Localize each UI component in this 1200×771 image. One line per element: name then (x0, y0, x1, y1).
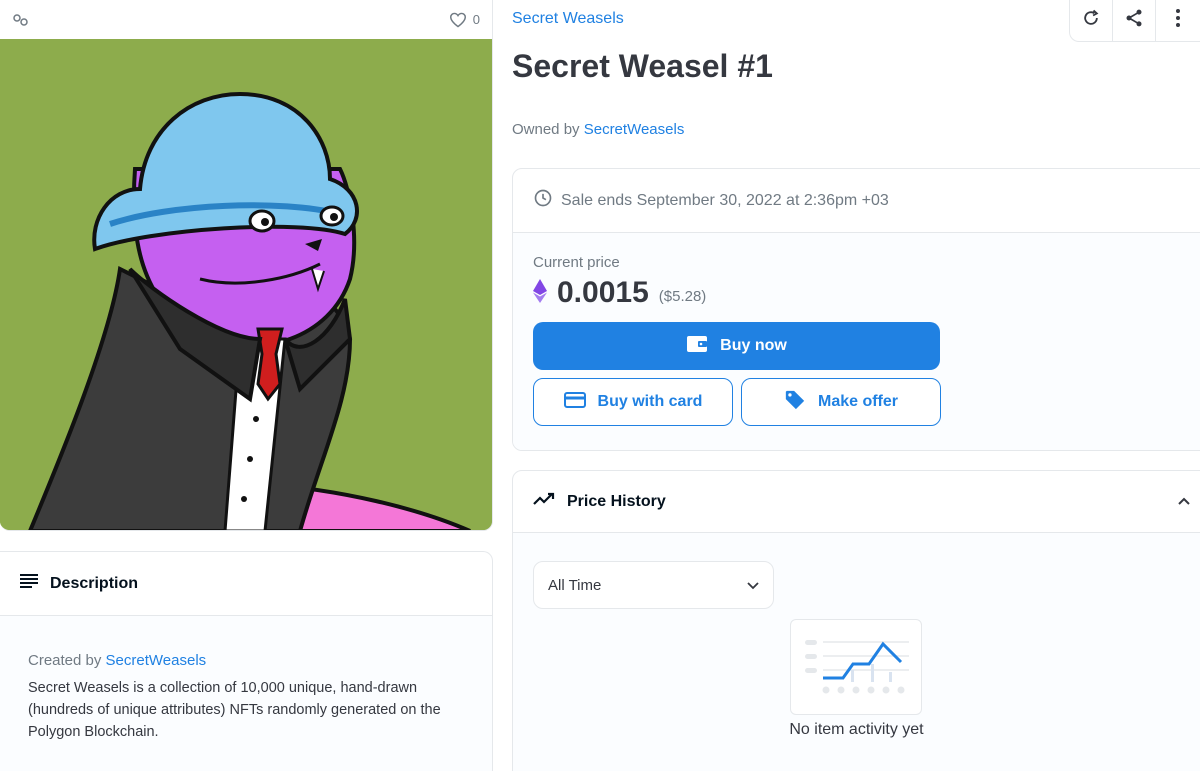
polygon-chain-icon (12, 11, 30, 29)
refresh-icon (1081, 8, 1101, 33)
favorites-count: 0 (472, 12, 480, 27)
created-by: Created by SecretWeasels (28, 652, 464, 669)
clock-icon (533, 188, 553, 213)
refresh-button[interactable] (1070, 0, 1113, 41)
time-range-value: All Time (548, 576, 602, 594)
make-offer-button[interactable]: Make offer (741, 378, 941, 426)
created-by-label: Created by (28, 652, 102, 669)
more-vertical-icon (1175, 8, 1181, 33)
chevron-up-icon[interactable] (1177, 493, 1191, 511)
wallet-icon (686, 335, 708, 358)
secondary-buttons: Buy with card Make offer (533, 378, 1191, 426)
chevron-down-icon (747, 577, 759, 594)
buy-with-card-button[interactable]: Buy with card (533, 378, 733, 426)
empty-chart-illustration (790, 619, 922, 715)
creator-link[interactable]: SecretWeasels (106, 652, 207, 669)
tag-icon (784, 389, 806, 416)
owned-by-label: Owned by (512, 121, 580, 138)
price-history-header[interactable]: Price History (513, 471, 1200, 533)
price-area: Current price 0.0015 ($5.28) Buy now Buy… (513, 233, 1200, 450)
description-text: Secret Weasels is a collection of 10,000… (28, 680, 441, 740)
more-options-button[interactable] (1156, 0, 1199, 41)
current-price: 0.0015 (557, 276, 649, 309)
no-activity-text: No item activity yet (789, 721, 924, 738)
price-usd: ($5.28) (658, 287, 707, 305)
trending-icon (533, 492, 555, 511)
owner-link[interactable]: SecretWeasels (584, 121, 685, 138)
price-history-heading: Price History (567, 492, 666, 510)
description-lines-icon (20, 574, 38, 593)
heart-icon (449, 12, 467, 28)
sale-ends-text: Sale ends September 30, 2022 at 2:36pm +… (561, 191, 889, 209)
make-offer-label: Make offer (817, 393, 899, 410)
owned-by: Owned by SecretWeasels (512, 121, 684, 138)
trade-panel: Sale ends September 30, 2022 at 2:36pm +… (512, 168, 1200, 451)
price-history-body: All Time No item activity yet (513, 533, 1200, 771)
share-icon (1124, 8, 1144, 33)
description-body: Created by SecretWeasels Secret Weasels … (0, 616, 492, 771)
sale-ends-row: Sale ends September 30, 2022 at 2:36pm +… (513, 169, 1200, 233)
buy-now-label: Buy now (720, 337, 787, 354)
description-heading: Description (50, 574, 139, 592)
price-history-panel: Price History All Time No item activity … (512, 470, 1200, 771)
buy-with-card-label: Buy with card (597, 393, 703, 410)
description-header[interactable]: Description (0, 552, 492, 616)
description-panel: Description Created by SecretWeasels Sec… (0, 551, 493, 771)
asset-title: Secret Weasel #1 (512, 48, 773, 84)
favorite-button[interactable]: 0 (449, 12, 480, 28)
credit-card-icon (563, 391, 586, 413)
collection-link[interactable]: Secret Weasels (512, 10, 624, 28)
nft-image[interactable] (0, 39, 492, 530)
share-button[interactable] (1113, 0, 1156, 41)
price-row: 0.0015 ($5.28) (533, 275, 1191, 311)
ethereum-icon (533, 278, 547, 308)
current-price-label: Current price (533, 254, 620, 271)
time-range-select[interactable]: All Time (533, 561, 774, 609)
buy-now-button[interactable]: Buy now (533, 322, 940, 370)
asset-actions-toolbar (1069, 0, 1200, 42)
asset-media-header: 0 (0, 0, 492, 39)
asset-media-card: 0 (0, 0, 493, 531)
